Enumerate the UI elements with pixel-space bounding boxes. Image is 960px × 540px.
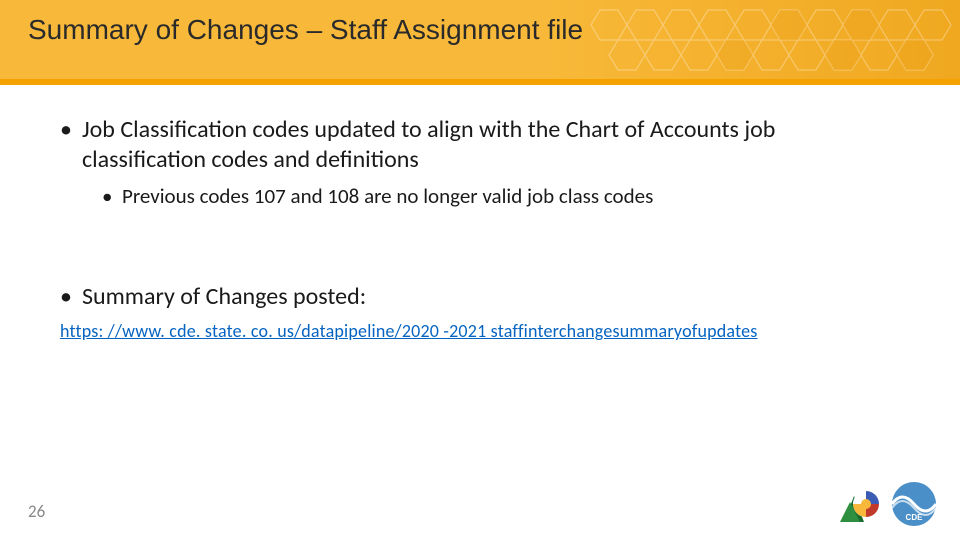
bullet-job-classification: Job Classification codes updated to alig… bbox=[60, 115, 900, 175]
header-hex-pattern bbox=[580, 0, 960, 85]
link-line: https: //www. cde. state. co. us/datapip… bbox=[60, 320, 900, 342]
slide-title: Summary of Changes – Staff Assignment fi… bbox=[28, 14, 583, 46]
subbullet-previous-codes: Previous codes 107 and 108 are no longer… bbox=[60, 183, 900, 210]
content-area: Job Classification codes updated to alig… bbox=[60, 115, 900, 342]
svg-text:CDE: CDE bbox=[906, 513, 924, 522]
footer-logos: CDE bbox=[836, 480, 938, 528]
spacer bbox=[60, 210, 900, 282]
page-number: 26 bbox=[28, 501, 45, 522]
header-underline bbox=[0, 79, 960, 85]
summary-link[interactable]: https: //www. cde. state. co. us/datapip… bbox=[60, 320, 758, 342]
hexagon-pattern-icon bbox=[580, 0, 960, 85]
colorado-logo-icon bbox=[836, 482, 880, 526]
cde-logo-icon: CDE bbox=[890, 480, 938, 528]
bullet-summary-posted: Summary of Changes posted: bbox=[60, 282, 900, 312]
